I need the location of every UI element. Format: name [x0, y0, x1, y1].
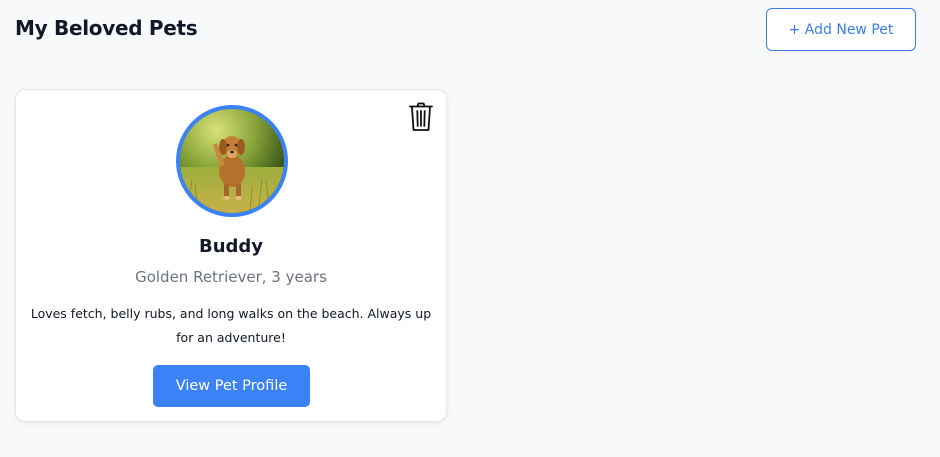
pet-avatar: [176, 105, 288, 217]
dog-photo: [180, 109, 284, 213]
pet-description: Loves fetch, belly rubs, and long walks …: [30, 306, 432, 345]
pet-name: Buddy: [198, 236, 264, 257]
view-pet-profile-button[interactable]: View Pet Profile: [153, 365, 310, 407]
add-new-pet-button[interactable]: + Add New Pet: [766, 8, 916, 51]
pet-card: Buddy Golden Retriever, 3 years Loves fe…: [15, 89, 447, 422]
trash-icon[interactable]: [408, 102, 434, 132]
pet-breed-age: Golden Retriever, 3 years: [135, 268, 327, 286]
page-title: My Beloved Pets: [15, 16, 198, 40]
